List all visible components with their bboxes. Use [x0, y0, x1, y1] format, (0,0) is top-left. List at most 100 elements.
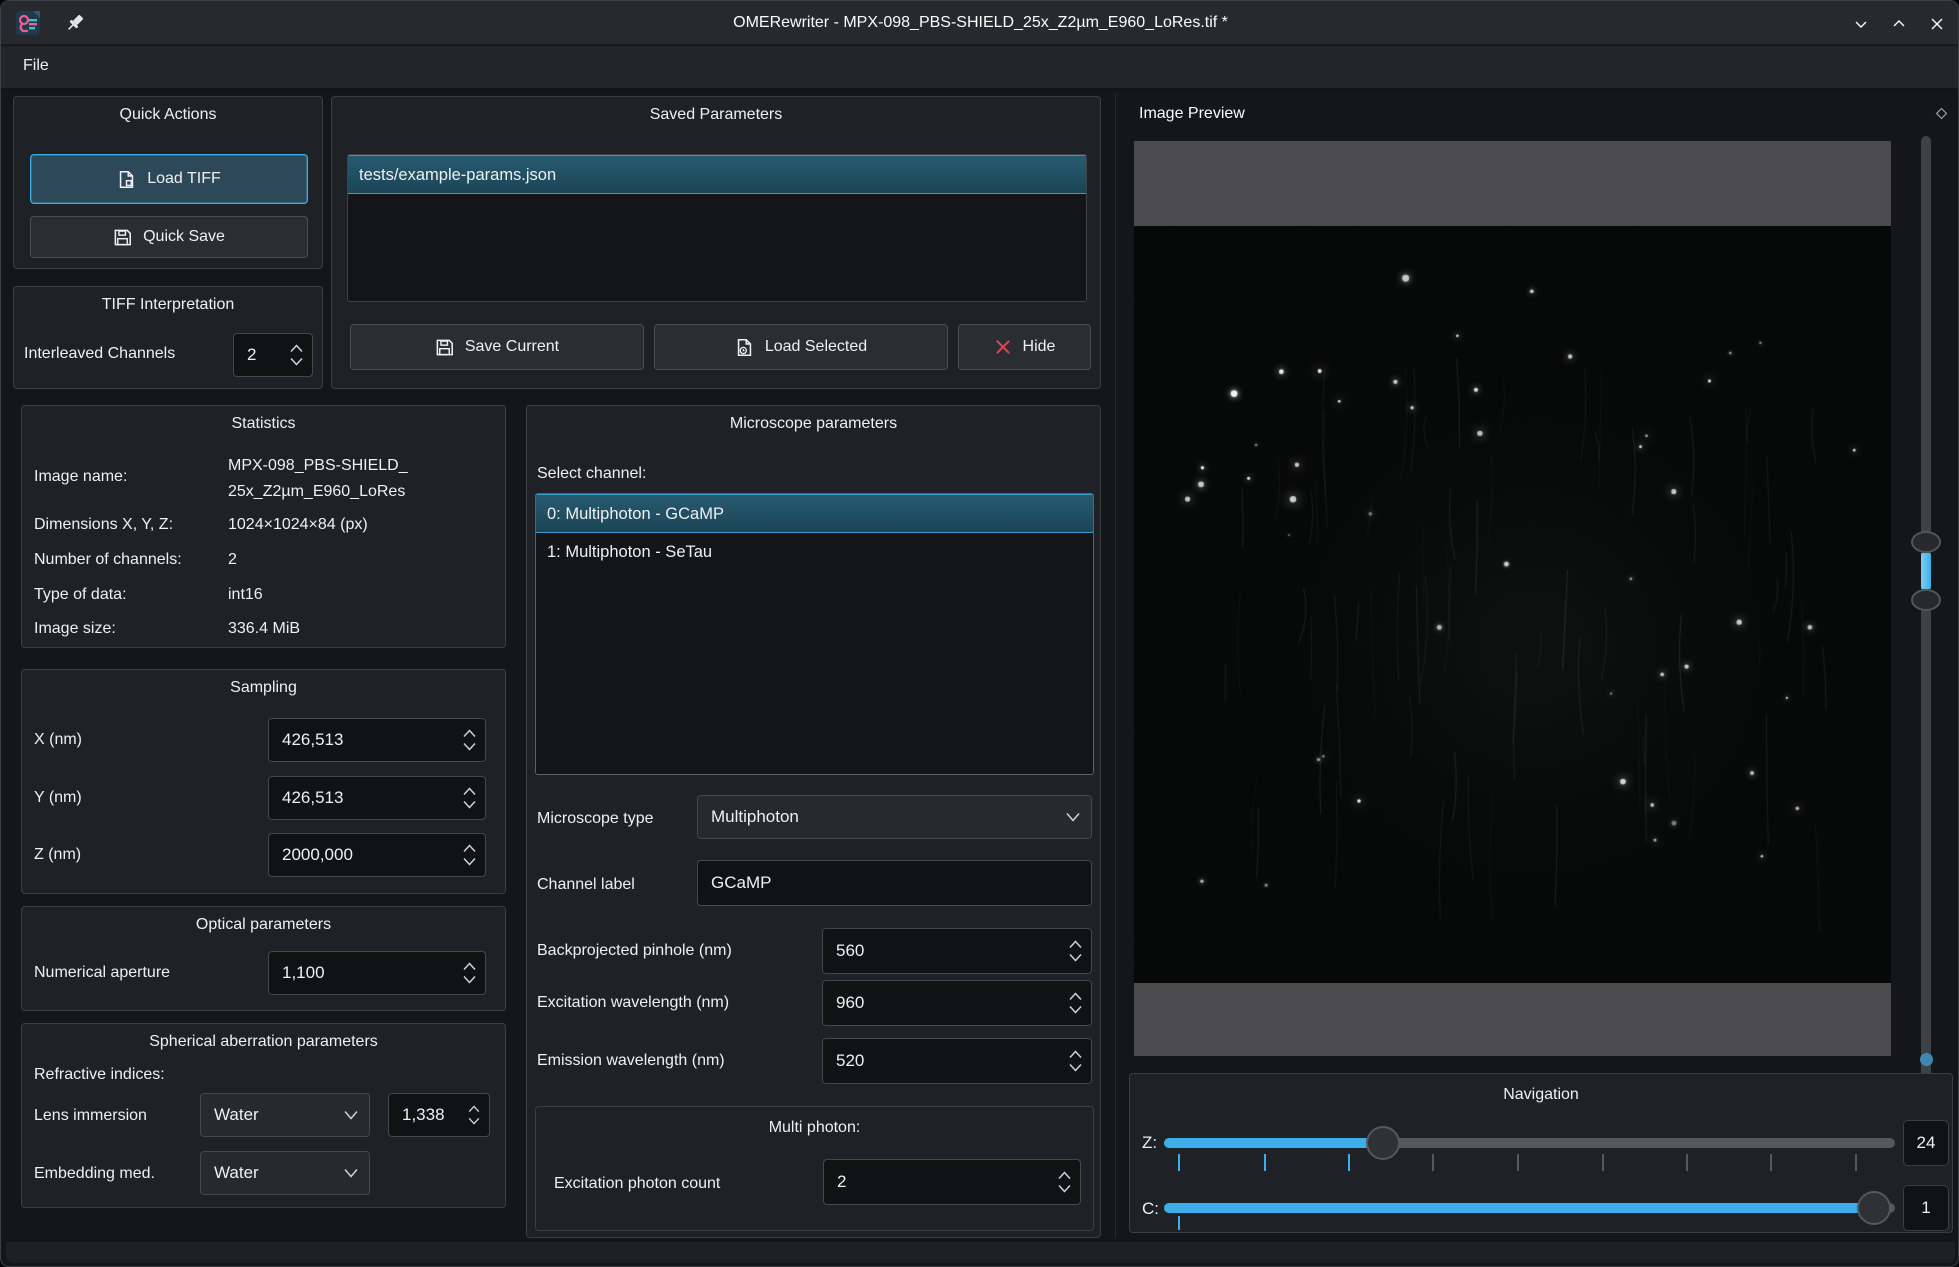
spin-up-icon[interactable]: [463, 963, 476, 971]
combo-value: Water: [214, 1163, 259, 1183]
z-tick: [1770, 1154, 1772, 1171]
sampling-z-spinbox[interactable]: 2000,000: [268, 833, 486, 877]
pinhole-spinbox[interactable]: 560: [822, 928, 1092, 974]
maximize-icon[interactable]: [1887, 12, 1911, 36]
emission-wavelength-spinbox[interactable]: 520: [822, 1038, 1092, 1084]
spin-up-icon[interactable]: [290, 345, 303, 353]
spin-down-icon[interactable]: [463, 976, 476, 984]
load-selected-button[interactable]: Load Selected: [654, 324, 948, 370]
spin-up-icon[interactable]: [463, 730, 476, 738]
display-range-upper-handle[interactable]: [1911, 531, 1941, 553]
embedding-medium-label: Embedding med.: [34, 1163, 155, 1185]
channel-label-label: Channel label: [537, 874, 635, 896]
spin-up-icon[interactable]: [1058, 1172, 1071, 1180]
interleaved-channels-spinbox[interactable]: 2: [233, 333, 313, 377]
statistics-group: Statistics Image name: MPX-098_PBS-SHIEL…: [21, 405, 506, 648]
z-tick: [1602, 1154, 1604, 1171]
save-current-button[interactable]: Save Current: [350, 324, 644, 370]
channel-label-input[interactable]: GCaMP: [697, 860, 1092, 906]
combo-value: Water: [214, 1105, 259, 1125]
stat-label: Dimensions X, Y, Z:: [34, 514, 173, 536]
float-dock-icon[interactable]: [1934, 106, 1949, 121]
z-value-box[interactable]: 24: [1903, 1120, 1949, 1166]
sampling-y-spinbox[interactable]: 426,513: [268, 776, 486, 820]
display-range-end-dot: [1920, 1053, 1933, 1066]
window-title: OMERewriter - MPX-098_PBS-SHIELD_25x_Z2µ…: [1, 1, 1959, 45]
z-tick: [1855, 1154, 1857, 1171]
stat-value: 1024×1024×84 (px): [228, 514, 368, 536]
spin-value: 426,513: [282, 730, 343, 750]
z-tick: [1264, 1154, 1266, 1171]
spin-up-icon[interactable]: [468, 1106, 480, 1113]
close-icon[interactable]: [1925, 12, 1949, 36]
spin-down-icon[interactable]: [463, 801, 476, 809]
saved-parameters-group: Saved Parameters tests/example-params.js…: [331, 96, 1101, 389]
spin-value: 520: [836, 1051, 864, 1071]
spin-up-icon[interactable]: [463, 845, 476, 853]
excitation-wavelength-spinbox[interactable]: 960: [822, 980, 1092, 1026]
spin-up-icon[interactable]: [1069, 1051, 1082, 1059]
excitation-wavelength-label: Excitation wavelength (nm): [537, 992, 729, 1014]
sampling-x-spinbox[interactable]: 426,513: [268, 718, 486, 762]
numerical-aperture-label: Numerical aperture: [34, 962, 170, 984]
interleaved-channels-label: Interleaved Channels: [24, 343, 175, 365]
spin-down-icon[interactable]: [1069, 1064, 1082, 1072]
display-range-lower-handle[interactable]: [1911, 589, 1941, 611]
menubar: File: [1, 46, 1959, 89]
spin-value: 2: [247, 345, 256, 365]
menu-file[interactable]: File: [11, 52, 61, 80]
stat-label: Type of data:: [34, 584, 127, 606]
lens-immersion-combobox[interactable]: Water: [200, 1093, 370, 1137]
spin-up-icon[interactable]: [463, 788, 476, 796]
saved-parameters-list[interactable]: tests/example-params.json: [347, 154, 1087, 302]
spin-down-icon[interactable]: [463, 743, 476, 751]
stat-label: Image size:: [34, 618, 116, 640]
group-title: Microscope parameters: [527, 415, 1100, 433]
display-range-slider-track[interactable]: [1921, 136, 1931, 1098]
z-slider-fill: [1164, 1138, 1383, 1148]
floppy-icon: [113, 228, 132, 247]
group-title: TIFF Interpretation: [14, 296, 322, 314]
hide-button[interactable]: Hide: [958, 324, 1091, 370]
splitter-handle[interactable]: [1115, 93, 1116, 1238]
spin-down-icon[interactable]: [1069, 1006, 1082, 1014]
spin-down-icon[interactable]: [468, 1118, 480, 1125]
spin-down-icon[interactable]: [1058, 1185, 1071, 1193]
microscope-type-combobox[interactable]: Multiphoton: [697, 795, 1092, 839]
sampling-x-label: X (nm): [34, 729, 82, 751]
spin-down-icon[interactable]: [1069, 954, 1082, 962]
list-item[interactable]: 0: Multiphoton - GCaMP: [536, 494, 1093, 533]
load-tiff-label: Load TIFF: [147, 170, 221, 188]
minimize-icon[interactable]: [1849, 12, 1873, 36]
group-title: Spherical aberration parameters: [22, 1033, 505, 1051]
display-range-slider-fill: [1921, 553, 1931, 589]
microscopy-image: [1134, 226, 1891, 983]
spin-up-icon[interactable]: [1069, 993, 1082, 1001]
photon-count-label: Excitation photon count: [554, 1173, 720, 1195]
refractive-indices-label: Refractive indices:: [34, 1064, 165, 1086]
photon-count-spinbox[interactable]: 2: [823, 1159, 1081, 1205]
spin-value: 2: [837, 1172, 846, 1192]
quick-save-button[interactable]: Quick Save: [30, 216, 308, 258]
spin-down-icon[interactable]: [463, 858, 476, 866]
c-slider-handle[interactable]: [1857, 1191, 1891, 1225]
numerical-aperture-spinbox[interactable]: 1,100: [268, 951, 486, 995]
channel-list[interactable]: 0: Multiphoton - GCaMP 1: Multiphoton - …: [535, 493, 1094, 775]
spin-down-icon[interactable]: [290, 358, 303, 366]
load-tiff-button[interactable]: Load TIFF: [30, 154, 308, 204]
list-item[interactable]: tests/example-params.json: [348, 155, 1086, 194]
select-channel-label: Select channel:: [537, 463, 646, 485]
optical-parameters-group: Optical parameters Numerical aperture 1,…: [21, 906, 506, 1011]
multiphoton-group: Multi photon: Excitation photon count 2: [535, 1106, 1094, 1231]
spin-up-icon[interactable]: [1069, 941, 1082, 949]
c-slider-fill: [1164, 1203, 1874, 1213]
group-title: Sampling: [22, 679, 505, 697]
embedding-medium-combobox[interactable]: Water: [200, 1151, 370, 1195]
z-slider-handle[interactable]: [1366, 1126, 1400, 1160]
spin-value: 960: [836, 993, 864, 1013]
quick-actions-group: Quick Actions Load TIFF Quick Save: [13, 96, 323, 269]
titlebar: OMERewriter - MPX-098_PBS-SHIELD_25x_Z2µ…: [1, 1, 1959, 45]
lens-immersion-index-spinbox[interactable]: 1,338: [388, 1093, 490, 1137]
list-item[interactable]: 1: Multiphoton - SeTau: [536, 533, 1093, 572]
c-value-box[interactable]: 1: [1903, 1185, 1949, 1231]
